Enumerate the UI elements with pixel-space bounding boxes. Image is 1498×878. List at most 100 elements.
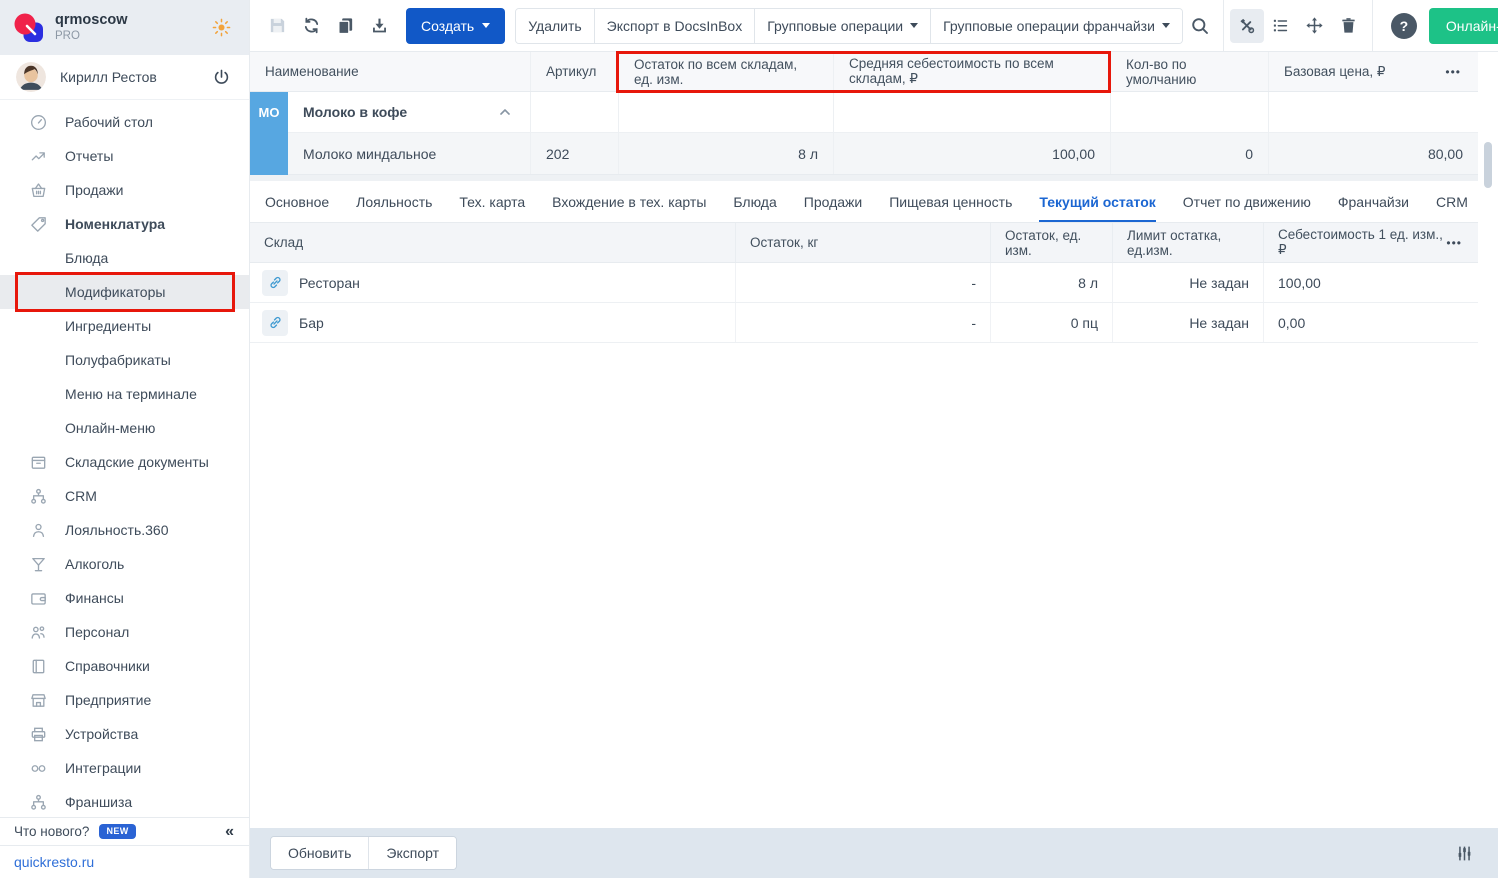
- tab-tech-card[interactable]: Тех. карта: [459, 181, 525, 222]
- refresh-list-button[interactable]: Обновить: [271, 837, 369, 869]
- wallet-icon: [29, 589, 48, 608]
- unit-cost-cell: 100,00: [1263, 263, 1478, 302]
- warehouse-name: Бар: [299, 315, 324, 331]
- col-name[interactable]: Наименование: [250, 52, 530, 91]
- detail-columns-menu-button[interactable]: •••: [1444, 234, 1464, 252]
- chevron-down-icon: [1162, 23, 1170, 28]
- copy-icon: [336, 16, 355, 35]
- sidebar-item-staff[interactable]: Персонал: [0, 615, 249, 649]
- tab-tech-card-usage[interactable]: Вхождение в тех. карты: [552, 181, 706, 222]
- col-stock-kg[interactable]: Остаток, кг: [735, 223, 990, 262]
- sidebar-item-crm[interactable]: CRM: [0, 479, 249, 513]
- col-stock-all-warehouses[interactable]: Остаток по всем складам, ед. изм.: [618, 52, 833, 91]
- whats-new-link[interactable]: Что нового?: [14, 824, 89, 839]
- tab-movement-report[interactable]: Отчет по движению: [1183, 181, 1311, 222]
- collapse-sidebar-button[interactable]: «: [223, 823, 235, 841]
- user-row[interactable]: Кирилл Рестов: [0, 55, 249, 100]
- col-stock-limit[interactable]: Лимит остатка, ед.изм.: [1112, 223, 1263, 262]
- create-button[interactable]: Создать: [406, 8, 505, 44]
- group-badge[interactable]: МО: [250, 92, 288, 175]
- tab-sales[interactable]: Продажи: [804, 181, 862, 222]
- group-operations-franchise-button[interactable]: Групповые операции франчайзи: [931, 9, 1182, 43]
- main-table-body: МО Молоко в кофе Молоко миндальное 202 8…: [250, 92, 1478, 175]
- scrollbar-thumb[interactable]: [1484, 142, 1492, 188]
- collapse-group-button[interactable]: [495, 102, 515, 122]
- sidebar-item-label: Справочники: [65, 658, 150, 674]
- group-row[interactable]: Молоко в кофе: [250, 92, 1478, 133]
- list-view-button[interactable]: [1264, 9, 1298, 43]
- open-link-button[interactable]: [262, 270, 288, 296]
- sidebar-item-franchise[interactable]: Франшиза: [0, 785, 249, 817]
- sidebar-item-loyalty[interactable]: Лояльность.360: [0, 513, 249, 547]
- item-row[interactable]: Молоко миндальное 202 8 л 100,00 0 80,00: [250, 133, 1478, 175]
- sidebar-item-warehouse-docs[interactable]: Складские документы: [0, 445, 249, 479]
- col-warehouse[interactable]: Склад: [250, 223, 735, 262]
- book-icon: [29, 657, 48, 676]
- col-default-qty[interactable]: Кол-во по умолчанию: [1110, 52, 1268, 91]
- group-operations-franchise-label: Групповые операции франчайзи: [943, 18, 1155, 34]
- col-stock-unit[interactable]: Остаток, ед. изм.: [990, 223, 1112, 262]
- sidebar-item-modifiers[interactable]: Модификаторы: [0, 275, 249, 309]
- help-button[interactable]: ?: [1391, 13, 1417, 39]
- delete-button[interactable]: Удалить: [516, 9, 594, 43]
- col-avg-cost-all-warehouses[interactable]: Средняя себестоимость по всем складам, ₽: [833, 52, 1110, 91]
- stock-limit-cell: Не задан: [1112, 303, 1263, 342]
- quickresto-link[interactable]: quickresto.ru: [14, 854, 94, 870]
- sidebar-item-sales[interactable]: Продажи: [0, 173, 249, 207]
- main-area: Наименование Артикул Остаток по всем скл…: [250, 52, 1498, 878]
- sidebar-item-alcohol[interactable]: Алкоголь: [0, 547, 249, 581]
- sidebar-item-online-menu[interactable]: Онлайн-меню: [0, 411, 249, 445]
- sidebar-item-enterprise[interactable]: Предприятие: [0, 683, 249, 717]
- table-columns-menu-button[interactable]: •••: [1443, 63, 1463, 81]
- sidebar-item-references[interactable]: Справочники: [0, 649, 249, 683]
- theme-toggle-button[interactable]: [208, 14, 235, 41]
- tab-loyalty[interactable]: Лояльность: [356, 181, 432, 222]
- link-icon: [268, 275, 283, 290]
- tab-dishes[interactable]: Блюда: [733, 181, 776, 222]
- sliders-icon: [1455, 844, 1474, 863]
- col-base-price[interactable]: Базовая цена, ₽ •••: [1268, 52, 1478, 91]
- sidebar-item-reports[interactable]: Отчеты: [0, 139, 249, 173]
- sidebar-item-dishes[interactable]: Блюда: [0, 241, 249, 275]
- tab-crm[interactable]: CRM: [1436, 181, 1468, 222]
- sun-icon: [212, 18, 231, 37]
- tools-button[interactable]: [1230, 9, 1264, 43]
- refresh-button[interactable]: [294, 9, 328, 43]
- plan-label: PRO: [55, 30, 128, 43]
- tab-nutrition[interactable]: Пищевая ценность: [889, 181, 1012, 222]
- save-button[interactable]: [260, 9, 294, 43]
- tab-franchise[interactable]: Франчайзи: [1338, 181, 1409, 222]
- move-button[interactable]: [1298, 9, 1332, 43]
- vertical-scrollbar[interactable]: [1478, 52, 1498, 828]
- table-row[interactable]: Бар - 0 пц Не задан 0,00: [250, 303, 1478, 343]
- sidebar-item-devices[interactable]: Устройства: [0, 717, 249, 751]
- tab-main[interactable]: Основное: [265, 181, 329, 222]
- copy-button[interactable]: [328, 9, 362, 43]
- group-operations-button[interactable]: Групповые операции: [755, 9, 931, 43]
- sidebar-item-finance[interactable]: Финансы: [0, 581, 249, 615]
- table-row[interactable]: Ресторан - 8 л Не задан 100,00: [250, 263, 1478, 303]
- sidebar-item-semifinished[interactable]: Полуфабрикаты: [0, 343, 249, 377]
- col-unit-cost[interactable]: Себестоимость 1 ед. изм., ₽ •••: [1263, 223, 1478, 262]
- online-chat-button[interactable]: Онлайн-чат: [1429, 8, 1498, 44]
- logout-button[interactable]: [210, 66, 233, 89]
- online-chat-label: Онлайн-чат: [1446, 18, 1498, 34]
- sidebar-item-nomenclature[interactable]: Номенклатура: [0, 207, 249, 241]
- view-settings-button[interactable]: [1451, 840, 1478, 867]
- export-button[interactable]: Экспорт: [369, 837, 456, 869]
- item-stock-cell: 8 л: [618, 133, 833, 174]
- search-button[interactable]: [1183, 9, 1217, 43]
- download-button[interactable]: [362, 9, 396, 43]
- open-link-button[interactable]: [262, 310, 288, 336]
- people-icon: [29, 623, 48, 642]
- sidebar-item-integrations[interactable]: Интеграции: [0, 751, 249, 785]
- col-sku[interactable]: Артикул: [530, 52, 618, 91]
- export-docsinbox-button[interactable]: Экспорт в DocsInBox: [595, 9, 756, 43]
- sidebar-item-ingredients[interactable]: Ингредиенты: [0, 309, 249, 343]
- sidebar-item-label: Финансы: [65, 590, 124, 606]
- user-name: Кирилл Рестов: [60, 69, 157, 85]
- sidebar-item-dashboard[interactable]: Рабочий стол: [0, 105, 249, 139]
- trash-button[interactable]: [1332, 9, 1366, 43]
- tab-current-stock[interactable]: Текущий остаток: [1039, 181, 1155, 222]
- sidebar-item-terminal-menu[interactable]: Меню на терминале: [0, 377, 249, 411]
